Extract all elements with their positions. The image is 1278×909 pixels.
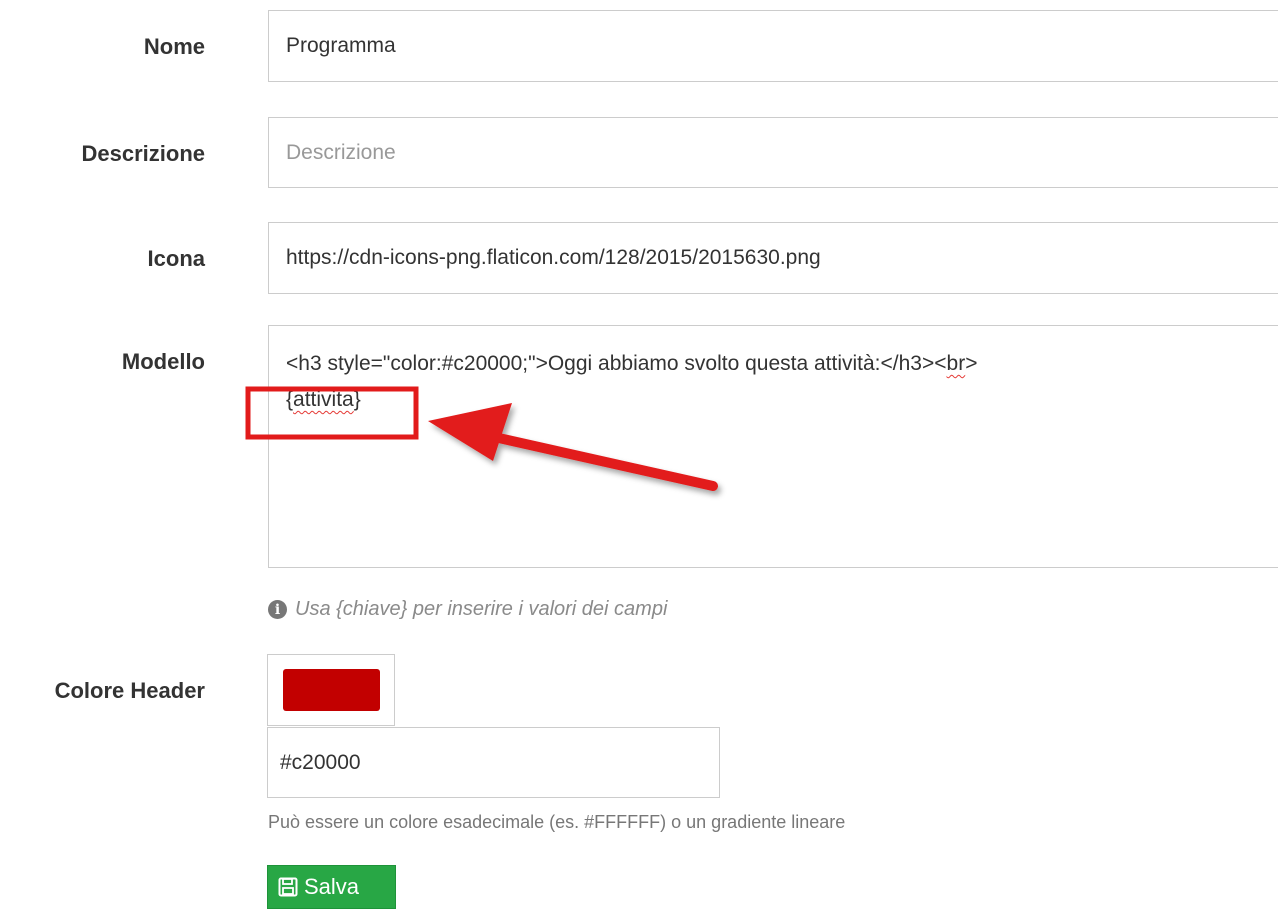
descrizione-label: Descrizione (81, 141, 206, 166)
spellcheck-br: br (946, 352, 966, 375)
color-input[interactable]: #c20000 (267, 727, 720, 798)
icona-input-value: https://cdn-icons-png.flaticon.com/128/2… (286, 246, 821, 269)
spellcheck-attivita: attivita (293, 388, 354, 411)
modello-help-text: Usa {chiave} per inserire i valori dei c… (295, 598, 668, 620)
descrizione-input[interactable]: Descrizione (268, 117, 1278, 188)
modello-line-2: {attivita} (286, 388, 361, 411)
color-swatch (282, 669, 380, 711)
save-button-label: Salva (304, 874, 360, 899)
floppy-disk-icon (278, 877, 298, 897)
colore-help-text: Può essere un colore esadecimale (es. #F… (268, 812, 846, 832)
nome-label: Nome (143, 34, 205, 59)
nome-input[interactable]: Programma (268, 10, 1278, 82)
modello-line-1: <h3 style="color:#c20000;">Oggi abbiamo … (286, 352, 978, 375)
icona-label: Icona (147, 246, 205, 271)
modello-help: i Usa {chiave} per inserire i valori dei… (268, 598, 667, 621)
nome-input-value: Programma (286, 34, 396, 57)
icona-input[interactable]: https://cdn-icons-png.flaticon.com/128/2… (268, 222, 1278, 294)
descrizione-placeholder: Descrizione (286, 140, 396, 164)
info-icon: i (268, 600, 287, 619)
modello-textarea[interactable]: <h3 style="color:#c20000;">Oggi abbiamo … (268, 325, 1278, 568)
color-input-value: #c20000 (280, 750, 361, 774)
modello-label: Modello (121, 349, 205, 374)
colore-header-label: Colore Header (54, 678, 205, 703)
save-button[interactable]: Salva (267, 865, 396, 909)
color-picker-button[interactable] (267, 654, 395, 726)
